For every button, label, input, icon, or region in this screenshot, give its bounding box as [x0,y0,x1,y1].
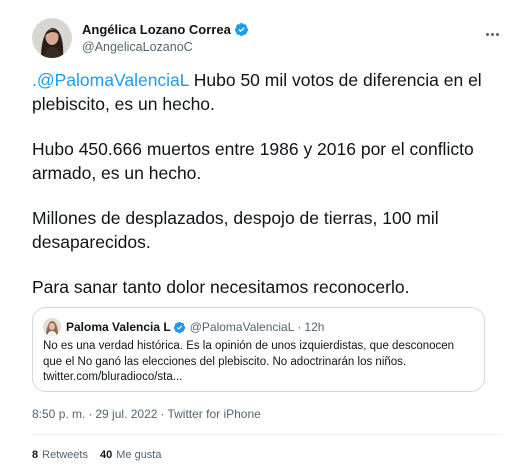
quoted-handle: @PalomaValenciaL [189,320,295,334]
quoted-display-name: Paloma Valencia L [66,320,171,334]
verified-badge-icon [234,22,249,37]
author-names: Angélica Lozano Correa @AngelicaLozanoC [82,21,249,56]
tweet-paragraph-3: Millones de desplazados, despojo de tier… [32,208,439,252]
tweet-source-link[interactable]: Twitter for iPhone [167,407,260,421]
meta-separator: · [160,407,165,421]
likes-count: 40 [99,449,113,461]
tweet-text: .@PalomaValenciaL Hubo 50 mil votos de d… [32,69,502,300]
retweets-count: 8 [32,449,39,461]
tweet-date[interactable]: 29 jul. 2022 [95,407,157,421]
meta-separator: · [88,407,93,421]
quoted-verified-badge-icon [173,321,186,334]
quoted-tweet-card[interactable]: Paloma Valencia L @PalomaValenciaL · 12h… [32,307,485,392]
quoted-author-avatar [43,318,61,336]
tweet-paragraph-2: Hubo 450.666 muertos entre 1986 y 2016 p… [32,139,474,183]
tweet-time[interactable]: 8:50 p. m. [32,407,85,421]
tweet-paragraph-1: .@PalomaValenciaL Hubo 50 mil votos de d… [32,69,502,116]
quoted-timestamp: 12h [304,320,325,334]
divider [32,434,502,435]
quoted-separator: · [297,320,302,334]
author-display-name[interactable]: Angélica Lozano Correa [82,21,231,38]
likes-label: Me gusta [116,449,162,461]
mention-link[interactable]: .@PalomaValenciaL [32,70,189,90]
retweets-stat[interactable]: 8 Retweets [32,449,88,461]
quoted-tweet-header: Paloma Valencia L @PalomaValenciaL · 12h [43,318,324,336]
likes-stat[interactable]: 40 Me gusta [100,449,162,461]
quoted-tweet-text: No es una verdad histórica. Es la opinió… [43,339,475,386]
quoted-link: twitter.com/bluradioco/sta... [43,371,183,383]
retweets-label: Retweets [42,449,88,461]
quoted-text-line: que el No ganó las elecciones del plebis… [43,355,407,368]
quoted-text-line: No es una verdad histórica. Es la opinió… [43,340,455,352]
tweet-header: Angélica Lozano Correa @AngelicaLozanoC [32,18,249,58]
tweet-meta: 8:50 p. m. · 29 jul. 2022 · Twitter for … [32,407,261,421]
tweet-paragraph-4: Para sanar tanto dolor necesitamos recon… [32,277,410,297]
display-name-row: Angélica Lozano Correa [82,21,249,38]
author-handle[interactable]: @AngelicaLozanoC [82,39,249,56]
more-options-icon[interactable] [482,24,502,44]
tweet-stats: 8 Retweets 40 Me gusta [32,449,161,461]
author-avatar[interactable] [32,18,72,58]
tweet-detail: Angélica Lozano Correa @AngelicaLozanoC … [0,0,520,472]
